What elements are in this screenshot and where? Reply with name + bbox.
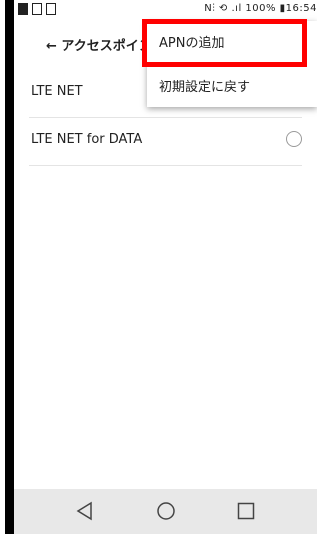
home-circle-icon[interactable] <box>153 498 179 524</box>
apn-name: LTE NET <box>31 84 83 99</box>
back-triangle-icon[interactable] <box>72 498 98 524</box>
menu-item-reset-default[interactable]: 初期設定に戻す <box>147 65 317 107</box>
email-icon <box>46 3 56 15</box>
status-info: N⫶ ⟲ .ıl 100% ▮16:54 <box>204 3 317 14</box>
device-frame: N⫶ ⟲ .ıl 100% ▮16:54 ← アクセスポイン LTE NET L… <box>5 0 317 534</box>
overflow-menu: APNの追加 初期設定に戻す <box>142 19 317 107</box>
notification-icon <box>18 3 28 15</box>
status-bar: N⫶ ⟲ .ıl 100% ▮16:54 <box>14 0 317 22</box>
recent-square-icon[interactable] <box>233 498 259 524</box>
apn-name: LTE NET for DATA <box>31 132 143 147</box>
gallery-icon <box>32 3 42 15</box>
phone-screen: N⫶ ⟲ .ıl 100% ▮16:54 ← アクセスポイン LTE NET L… <box>14 0 317 534</box>
list-item[interactable]: LTE NET for DATA <box>29 118 302 166</box>
radio-button[interactable] <box>286 131 302 147</box>
menu-item-add-apn[interactable]: APNの追加 <box>142 19 317 67</box>
navigation-bar <box>14 489 317 534</box>
page-title: ← アクセスポイン <box>46 39 152 54</box>
menu-item-label: 初期設定に戻す <box>159 80 251 95</box>
menu-item-label: APNの追加 <box>159 36 225 51</box>
